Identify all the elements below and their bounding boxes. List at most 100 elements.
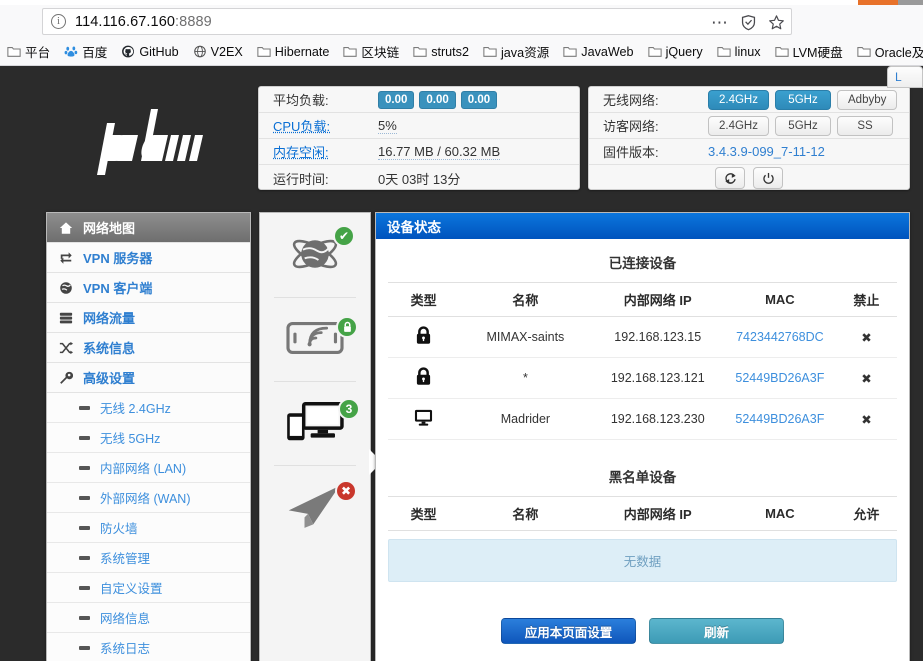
firmware-label: 固件版本: <box>603 145 659 160</box>
guest-5ghz-button[interactable]: 5GHz <box>775 115 831 136</box>
map-item-internet[interactable]: ✔ <box>274 213 356 297</box>
folder-icon <box>717 45 731 58</box>
device-name: Madrider <box>459 398 592 440</box>
device-mac[interactable]: 52449BD26A3F <box>723 357 836 399</box>
bookmark-item[interactable]: 平台 <box>0 40 57 64</box>
column-header-4: MAC <box>723 282 836 317</box>
cpu-load-value: 5% <box>378 117 397 134</box>
sidebar-item-1[interactable]: 网络地图 <box>47 213 250 243</box>
sidebar-subitem-1[interactable]: 无线 2.4GHz <box>47 393 250 423</box>
bookmark-item[interactable]: JavaWeb <box>556 40 640 64</box>
sidebar-item-5[interactable]: 系统信息 <box>47 333 250 363</box>
more-menu-icon[interactable]: ⋯ <box>711 14 729 31</box>
sidebar-subitem-6[interactable]: 系统管理 <box>47 543 250 573</box>
sidebar-subitem-9[interactable]: 系统日志 <box>47 633 250 661</box>
bookmark-item[interactable]: LVM硬盘 <box>768 40 850 64</box>
sidebar-subitem-label: 无线 5GHz <box>100 432 161 446</box>
bookmark-item[interactable]: struts2 <box>406 40 476 64</box>
sidebar-item-label: 系统信息 <box>83 341 136 356</box>
device-status-panel: 设备状态 已连接设备 类型 名称 内部网络 IP MAC 禁止 MIMAX-saints… <box>375 212 910 661</box>
folder-icon <box>257 45 271 58</box>
sidebar-subitem-label: 系统管理 <box>100 552 151 566</box>
baidu-icon <box>64 45 78 58</box>
device-mac[interactable]: 7423442768DC <box>723 316 836 358</box>
bookmark-item[interactable]: 百度 <box>57 40 114 64</box>
shield-icon[interactable] <box>740 14 757 31</box>
info-icon[interactable]: i <box>51 14 66 29</box>
cpu-load-label[interactable]: CPU负载: <box>273 116 378 135</box>
padavan-logo-icon <box>96 109 203 175</box>
status-row-uptime: 运行时间: 0天 03时 13分 <box>259 165 579 191</box>
device-ip: 192.168.123.15 <box>591 316 724 358</box>
block-device-button[interactable]: ✖ <box>835 398 897 440</box>
sidebar-subitem-3[interactable]: 内部网络 (LAN) <box>47 453 250 483</box>
bookmark-item[interactable]: linux <box>710 40 768 64</box>
bookmark-label: 百度 <box>82 46 108 60</box>
sidebar-subitem-4[interactable]: 外部网络 (WAN) <box>47 483 250 513</box>
column-header-3: 内部网络 IP <box>591 496 724 531</box>
column-header-1: 类型 <box>388 496 460 531</box>
apply-settings-button[interactable]: 应用本页面设置 <box>501 618 636 644</box>
status-row-load-average: 平均负载: 0.00 0.00 0.00 <box>259 87 579 113</box>
clipped-corner-tab[interactable]: L <box>887 66 923 88</box>
device-ip: 192.168.123.230 <box>591 398 724 440</box>
bookmark-item[interactable]: jQuery <box>641 40 710 64</box>
bookmark-item[interactable]: GitHub <box>114 40 185 64</box>
sidebar-item-3[interactable]: VPN 客户端 <box>47 273 250 303</box>
status-badge-wireless-lock <box>336 316 358 338</box>
sidebar-subitem-5[interactable]: 防火墙 <box>47 513 250 543</box>
bookmark-label: 平台 <box>25 46 51 60</box>
folder-icon <box>563 45 577 58</box>
wireless-24ghz-button[interactable]: 2.4GHz <box>708 89 769 110</box>
wrench-icon <box>58 371 74 385</box>
refresh-button[interactable]: 刷新 <box>649 618 784 644</box>
sidebar-item-4[interactable]: 网络流量 <box>47 303 250 333</box>
memory-free-label[interactable]: 内存空闲: <box>273 142 378 161</box>
column-header-5: 禁止 <box>835 282 897 317</box>
table-header-row: 类型 名称 内部网络 IP MAC 禁止 <box>388 282 897 317</box>
github-icon <box>121 45 135 58</box>
bookmark-item[interactable]: V2EX <box>186 40 250 64</box>
refresh-icon[interactable] <box>715 167 745 189</box>
bookmark-item[interactable]: java资源 <box>476 40 556 64</box>
map-item-wireless[interactable] <box>274 297 358 381</box>
brand-logo <box>46 86 251 196</box>
guest-24ghz-button[interactable]: 2.4GHz <box>708 115 769 136</box>
wireless-5ghz-button[interactable]: 5GHz <box>775 89 831 110</box>
bullet-dash-icon <box>79 465 90 470</box>
power-icon[interactable] <box>753 167 783 189</box>
sidebar-item-6[interactable]: 高级设置 <box>47 363 250 393</box>
table-header-row: 类型 名称 内部网络 IP MAC 允许 <box>388 496 897 531</box>
sidebar-subitem-label: 无线 2.4GHz <box>100 402 171 416</box>
column-header-4: MAC <box>723 496 836 531</box>
device-mac[interactable]: 52449BD26A3F <box>723 398 836 440</box>
url-port: :8889 <box>175 13 212 30</box>
bookmarks-bar: 平台 百度 GitHub V2EX Hibernate 区块链 struts2 java资源 J… <box>0 38 923 66</box>
globe-icon <box>193 45 207 58</box>
address-bar[interactable]: i 114.116.67.160:8889 ⋯ <box>42 8 792 35</box>
bookmark-item[interactable]: 区块链 <box>336 40 406 64</box>
bookmark-label: jQuery <box>665 44 703 59</box>
bookmark-label: JavaWeb <box>581 44 634 59</box>
block-device-button[interactable]: ✖ <box>835 316 897 358</box>
sidebar-item-label: 网络流量 <box>83 311 136 326</box>
firmware-value[interactable]: 3.4.3.9-099_7-11-12 <box>708 144 825 159</box>
network-map-column: ✔ 3 ✖ <box>259 212 382 661</box>
vpn-server-icon <box>58 251 74 265</box>
column-header-2: 名称 <box>459 496 592 531</box>
bookmark-item[interactable]: Hibernate <box>250 40 337 64</box>
bullet-dash-icon <box>79 525 90 530</box>
block-device-button[interactable]: ✖ <box>835 357 897 399</box>
sidebar-subitem-2[interactable]: 无线 5GHz <box>47 423 250 453</box>
bookmark-item[interactable]: Oracle及SQL <box>850 40 923 64</box>
bookmark-star-icon[interactable] <box>768 14 785 31</box>
sidebar-subitem-8[interactable]: 网络信息 <box>47 603 250 633</box>
lock-icon <box>388 357 460 399</box>
sidebar-item-2[interactable]: VPN 服务器 <box>47 243 250 273</box>
map-item-clients[interactable]: 3 <box>274 381 360 465</box>
adbyby-button[interactable]: Adbyby <box>837 89 898 110</box>
map-item-usb[interactable]: ✖ <box>274 465 357 549</box>
sidebar-subitem-7[interactable]: 自定义设置 <box>47 573 250 603</box>
status-row-wireless: 无线网络: 2.4GHz 5GHz Adbyby <box>589 87 909 113</box>
ss-button[interactable]: SS <box>837 115 893 136</box>
